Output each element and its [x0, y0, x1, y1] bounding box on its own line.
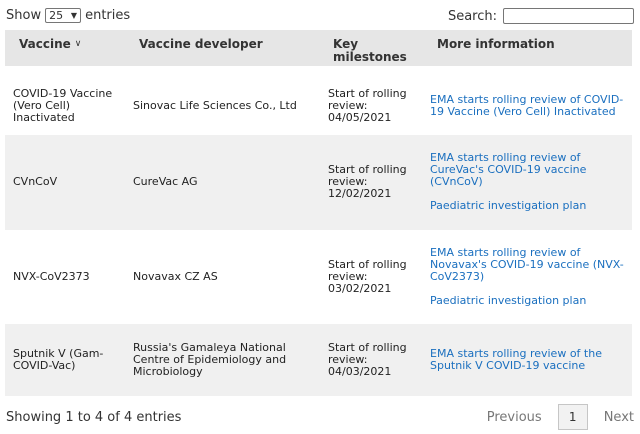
paediatric-plan-link[interactable]: Paediatric investigation plan [430, 295, 628, 307]
column-header-milestones[interactable]: Key milestones [333, 38, 407, 64]
vaccines-table: Vaccine ∨ Vaccine developer Key mileston… [5, 30, 632, 396]
more-info-link[interactable]: EMA starts rolling review of CureVac's C… [430, 152, 628, 188]
previous-page-button[interactable]: Previous [487, 410, 542, 425]
table-row: COVID-19 Vaccine (Vero Cell) Inactivated… [5, 66, 632, 135]
vaccine-cell: COVID-19 Vaccine (Vero Cell) Inactivated [13, 87, 113, 124]
show-label: Show [6, 8, 42, 23]
more-info-link[interactable]: EMA starts rolling review of the Sputnik… [430, 348, 628, 372]
table-footer: Showing 1 to 4 of 4 entries Previous 1 N… [6, 404, 634, 432]
table-row: CVnCoV CureVac AG Start of rolling revie… [5, 135, 632, 230]
entries-length-control: Show 25 ▼ entries [6, 8, 130, 23]
pagination: Previous 1 Next [487, 404, 634, 430]
entries-label: entries [85, 8, 131, 23]
vaccine-cell: NVX-CoV2373 [13, 270, 90, 283]
column-header-vaccine-label: Vaccine [19, 37, 71, 51]
vaccine-cell: Sputnik V (Gam-COVID-Vac) [13, 347, 104, 372]
entries-info: Showing 1 to 4 of 4 entries [6, 410, 182, 425]
vaccine-cell: CVnCoV [13, 175, 58, 188]
milestone-cell: Start of rolling review: 04/03/2021 [328, 341, 407, 378]
developer-cell: CureVac AG [133, 175, 198, 188]
chevron-down-icon: ▼ [70, 11, 78, 20]
more-info-link[interactable]: EMA starts rolling review of COVID-19 Va… [430, 94, 628, 118]
milestone-cell: Start of rolling review: 03/02/2021 [328, 258, 407, 295]
table-controls: Show 25 ▼ entries Search: [6, 8, 634, 26]
entries-select-value: 25 [49, 9, 64, 22]
more-info-cell: EMA starts rolling review of Novavax's C… [430, 247, 628, 307]
developer-cell: Novavax CZ AS [133, 270, 218, 283]
milestone-cell: Start of rolling review: 12/02/2021 [328, 163, 407, 200]
table-row: Sputnik V (Gam-COVID-Vac) Russia's Gamal… [5, 324, 632, 396]
developer-cell: Russia's Gamaleya National Centre of Epi… [133, 341, 287, 378]
column-header-vaccine[interactable]: Vaccine ∨ [19, 38, 81, 51]
entries-select[interactable]: 25 ▼ [45, 8, 82, 23]
more-info-cell: EMA starts rolling review of the Sputnik… [430, 348, 628, 372]
table-header: Vaccine ∨ Vaccine developer Key mileston… [5, 30, 632, 66]
paediatric-plan-link[interactable]: Paediatric investigation plan [430, 200, 628, 212]
current-page-button[interactable]: 1 [557, 404, 588, 430]
milestone-cell: Start of rolling review: 04/05/2021 [328, 87, 407, 124]
sort-chevron-down-icon: ∨ [74, 39, 82, 49]
table-row: NVX-CoV2373 Novavax CZ AS Start of rolli… [5, 230, 632, 324]
next-page-button[interactable]: Next [604, 410, 634, 425]
developer-cell: Sinovac Life Sciences Co., Ltd [133, 99, 297, 112]
search-label: Search: [447, 8, 497, 24]
more-info-cell: EMA starts rolling review of CureVac's C… [430, 152, 628, 212]
search-control: Search: [448, 8, 634, 24]
column-header-more-information[interactable]: More information [437, 38, 555, 51]
more-info-cell: EMA starts rolling review of COVID-19 Va… [430, 94, 628, 118]
more-info-link[interactable]: EMA starts rolling review of Novavax's C… [430, 247, 628, 283]
column-header-developer[interactable]: Vaccine developer [139, 38, 263, 51]
search-input[interactable] [503, 8, 634, 24]
